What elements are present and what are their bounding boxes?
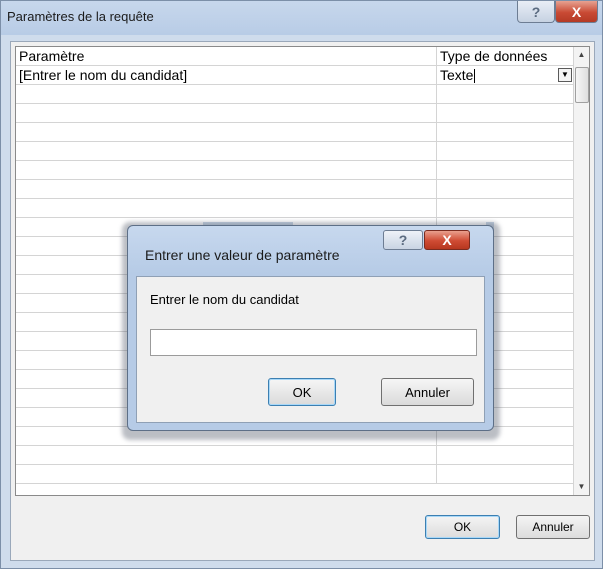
dialog-title: Paramètres de la requête — [7, 9, 154, 24]
data-type-dropdown-button[interactable]: ▼ — [558, 68, 572, 82]
ok-button[interactable]: OK — [425, 515, 500, 539]
dialog-body: Entrer le nom du candidat OK Annuler — [136, 276, 485, 423]
grid-header: Paramètre Type de données — [16, 47, 574, 66]
scroll-up-icon[interactable]: ▲ — [574, 47, 589, 63]
empty-row[interactable] — [16, 446, 574, 465]
data-type-value: Texte — [440, 67, 474, 83]
scrollbar-thumb[interactable] — [575, 67, 589, 103]
column-header-parameter[interactable]: Paramètre — [16, 47, 437, 65]
enter-parameter-value-dialog: Entrer une valeur de paramètre ? X Entre… — [127, 225, 494, 431]
parameter-cell[interactable]: [Entrer le nom du candidat] — [16, 66, 437, 84]
text-cursor — [474, 69, 476, 84]
empty-row[interactable] — [16, 199, 574, 218]
cancel-button[interactable]: Annuler — [381, 378, 474, 406]
chevron-down-icon: ▼ — [561, 70, 569, 79]
column-header-data-type[interactable]: Type de données — [437, 47, 574, 65]
dialog-title: Entrer une valeur de paramètre — [145, 247, 340, 263]
scroll-down-icon[interactable]: ▼ — [574, 479, 589, 495]
ok-button[interactable]: OK — [268, 378, 336, 406]
parameter-value-input[interactable] — [150, 329, 477, 356]
empty-row[interactable] — [16, 180, 574, 199]
help-button[interactable]: ? — [517, 1, 555, 23]
vertical-scrollbar[interactable]: ▲ ▼ — [573, 47, 589, 495]
close-button[interactable]: X — [424, 230, 470, 250]
prompt-label: Entrer le nom du candidat — [150, 292, 299, 307]
data-type-cell[interactable]: Texte ▼ — [437, 66, 574, 84]
empty-row[interactable] — [16, 123, 574, 142]
cancel-button[interactable]: Annuler — [516, 515, 590, 539]
close-button[interactable]: X — [555, 1, 598, 23]
empty-row[interactable] — [16, 142, 574, 161]
help-button[interactable]: ? — [383, 230, 423, 250]
empty-row[interactable] — [16, 85, 574, 104]
empty-row[interactable] — [16, 161, 574, 180]
table-row[interactable]: [Entrer le nom du candidat] Texte ▼ — [16, 66, 574, 85]
empty-row[interactable] — [16, 465, 574, 484]
empty-row[interactable] — [16, 104, 574, 123]
